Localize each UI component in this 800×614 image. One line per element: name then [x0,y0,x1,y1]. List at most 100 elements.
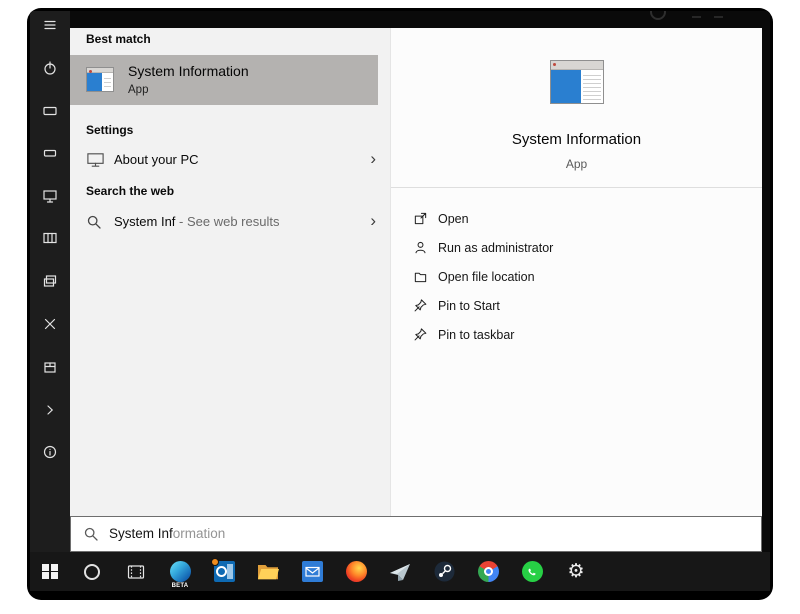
taskbar-file-explorer-button[interactable] [246,552,290,591]
edge-browser-icon [170,561,191,582]
small-card-icon [42,145,58,161]
rail-button-chevron[interactable] [30,397,70,423]
hamburger-menu-icon [42,17,58,33]
open-file-location-icon [413,269,428,284]
rail-button-windows[interactable] [30,268,70,294]
rail-button-media-card[interactable] [30,98,70,124]
windows-start-icon [42,564,58,580]
web-search-result-label: System Inf - See web results [114,204,279,240]
action-pin-to-taskbar[interactable]: Pin to taskbar [391,320,762,349]
outlook-icon [214,561,235,582]
taskbar-settings-button[interactable]: ⚙ [554,552,598,591]
taskbar-paper-plane-app-button[interactable] [378,552,422,591]
preview-title: System Information [391,131,762,148]
best-match-result[interactable]: System Information App [70,55,378,105]
task-grid-icon [42,230,58,246]
pink-circle-app-icon [346,561,367,582]
context-actions: Open Run as administrator Open file loca… [391,204,762,349]
taskbar-mail-button[interactable] [290,552,334,591]
system-information-app-icon [86,67,114,92]
rail-button-task-grid[interactable] [30,225,70,251]
rail-button-small-card[interactable] [30,140,70,166]
web-query-text: System Inf [114,214,175,229]
best-match-title: System Information [128,63,249,79]
settings-section-label: Settings [86,123,133,137]
web-section-label: Search the web [86,184,174,198]
action-open[interactable]: Open [391,204,762,233]
action-open-file-location[interactable]: Open file location [391,262,762,291]
chevron-right-icon: › [370,204,376,238]
rail-button-info[interactable] [30,439,70,465]
package-box-icon [42,359,58,375]
start-menu-rail [30,11,70,552]
cortana-ring-icon [84,564,100,580]
taskbar-cortana-button[interactable] [70,552,114,591]
whatsapp-icon [522,561,543,582]
taskbar-edge-beta-button[interactable]: BETA [158,552,202,591]
search-input-text: System Information [109,517,225,551]
search-completion-text: ormation [173,526,226,541]
file-explorer-icon [257,562,279,581]
search-input[interactable]: System Information [70,516,762,552]
taskbar-start-button[interactable] [30,552,70,591]
taskbar-steam-button[interactable] [422,552,466,591]
best-match-label: Best match [86,32,151,46]
search-icon [83,526,99,542]
action-open-file-location-label: Open file location [438,270,535,284]
preview-divider [391,187,762,188]
system-information-app-icon-large [550,60,604,104]
preview-type: App [391,157,762,171]
monitor-frame: Best match System Information App Settin… [27,8,773,600]
preview-panel: System Information App Open Run as admin… [390,28,762,516]
color-wheel-app-icon [478,561,499,582]
power-icon [42,60,58,76]
chevron-right-icon: › [370,142,376,176]
paper-plane-app-icon [389,562,411,582]
web-search-result[interactable]: System Inf - See web results › [70,204,390,240]
action-run-as-administrator-label: Run as administrator [438,241,553,255]
action-pin-to-start[interactable]: Pin to Start [391,291,762,320]
rail-button-hamburger[interactable] [30,12,70,38]
run-as-administrator-icon [413,240,428,255]
screen: Best match System Information App Settin… [30,11,770,591]
best-match-type: App [128,84,148,96]
task-view-icon [126,562,146,582]
search-typed-text: System Inf [109,526,173,541]
taskbar-outlook-button[interactable] [202,552,246,591]
search-results-panel: Best match System Information App Settin… [70,28,390,516]
stacked-windows-icon [42,273,58,289]
open-icon [413,211,428,226]
pin-to-start-icon [413,298,428,313]
web-hint-text: - See web results [175,214,279,229]
background-window-dash [692,16,701,18]
taskbar-pink-app-button[interactable] [334,552,378,591]
settings-result-about-your-pc[interactable]: About your PC › [70,142,390,178]
action-pin-to-taskbar-label: Pin to taskbar [438,328,514,342]
notification-dot [211,558,219,566]
rail-button-close[interactable] [30,311,70,337]
pin-to-taskbar-icon [413,327,428,342]
taskbar-whatsapp-button[interactable] [510,552,554,591]
edge-beta-badge: BETA [171,583,190,590]
steam-icon [434,561,455,582]
chevron-right-icon [42,402,58,418]
action-run-as-administrator[interactable]: Run as administrator [391,233,762,262]
taskbar-color-wheel-app-button[interactable] [466,552,510,591]
mail-tile-icon [302,561,323,582]
background-window-ring [650,11,666,20]
taskbar-task-view-button[interactable] [114,552,158,591]
info-circle-icon [42,444,58,460]
rail-button-device[interactable] [30,183,70,209]
action-open-label: Open [438,212,469,226]
close-x-icon [42,316,58,332]
device-monitor-icon [42,188,58,204]
rail-button-package[interactable] [30,354,70,380]
background-window-dash [714,16,723,18]
rail-button-power[interactable] [30,55,70,81]
search-icon [86,214,102,230]
taskbar: BETA [30,552,770,591]
settings-gear-icon: ⚙ [567,562,584,581]
media-card-icon [42,103,58,119]
action-pin-to-start-label: Pin to Start [438,299,500,313]
pc-monitor-icon [86,151,105,170]
